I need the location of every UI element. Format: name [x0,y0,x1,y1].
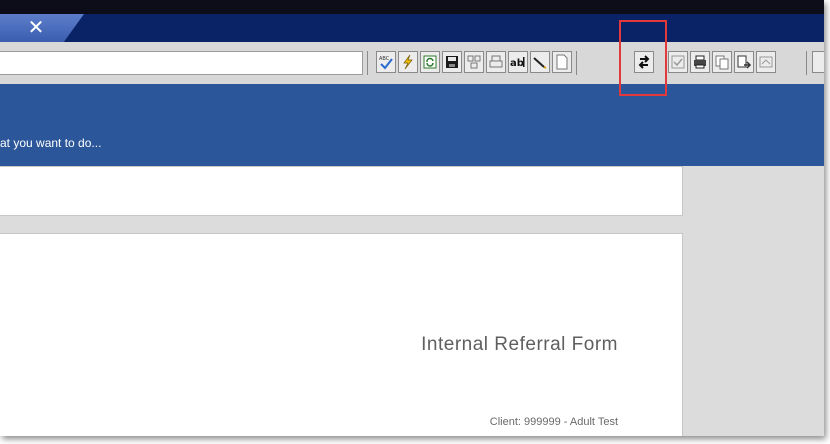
pen-icon[interactable] [530,51,550,73]
network-icon[interactable] [464,51,484,73]
title-bar [0,14,824,42]
document-icon[interactable] [552,51,572,73]
save-disk-icon[interactable] [442,51,462,73]
svg-text:ABC: ABC [379,56,390,62]
address-field[interactable] [0,51,363,75]
sign-icon[interactable] [756,51,776,73]
toolbar-separator [576,51,577,75]
export-icon[interactable] [734,51,754,73]
refresh-icon[interactable] [420,51,440,73]
text-field-icon[interactable]: ab [508,51,528,73]
overflow-button[interactable] [812,51,824,73]
window-top-edge [0,0,824,14]
svg-text:ab: ab [510,58,524,69]
spellcheck-icon[interactable]: ABC [376,51,396,73]
toolbar: ABC ab [0,42,824,85]
toolbar-separator [806,51,807,75]
tell-me-search[interactable]: at you want to do... [0,136,101,150]
form-title: Internal Referral Form [421,334,618,355]
header-panel [0,166,683,216]
ribbon-bar: at you want to do... [0,84,824,166]
client-info: Client: 999999 - Adult Test [489,416,618,428]
toolbar-separator [367,51,368,75]
application-window: ✕ ABC ab at you want to do... Internal R… [0,0,824,436]
document-page: Internal Referral Form Client: 999999 - … [0,233,683,436]
printer-lock-icon[interactable] [486,51,506,73]
lightning-icon[interactable] [398,51,418,73]
print-icon[interactable] [690,51,710,73]
highlight-box [619,20,667,96]
copy-icon[interactable] [712,51,732,73]
checklist-icon[interactable] [668,51,688,73]
close-icon[interactable]: ✕ [24,16,48,38]
